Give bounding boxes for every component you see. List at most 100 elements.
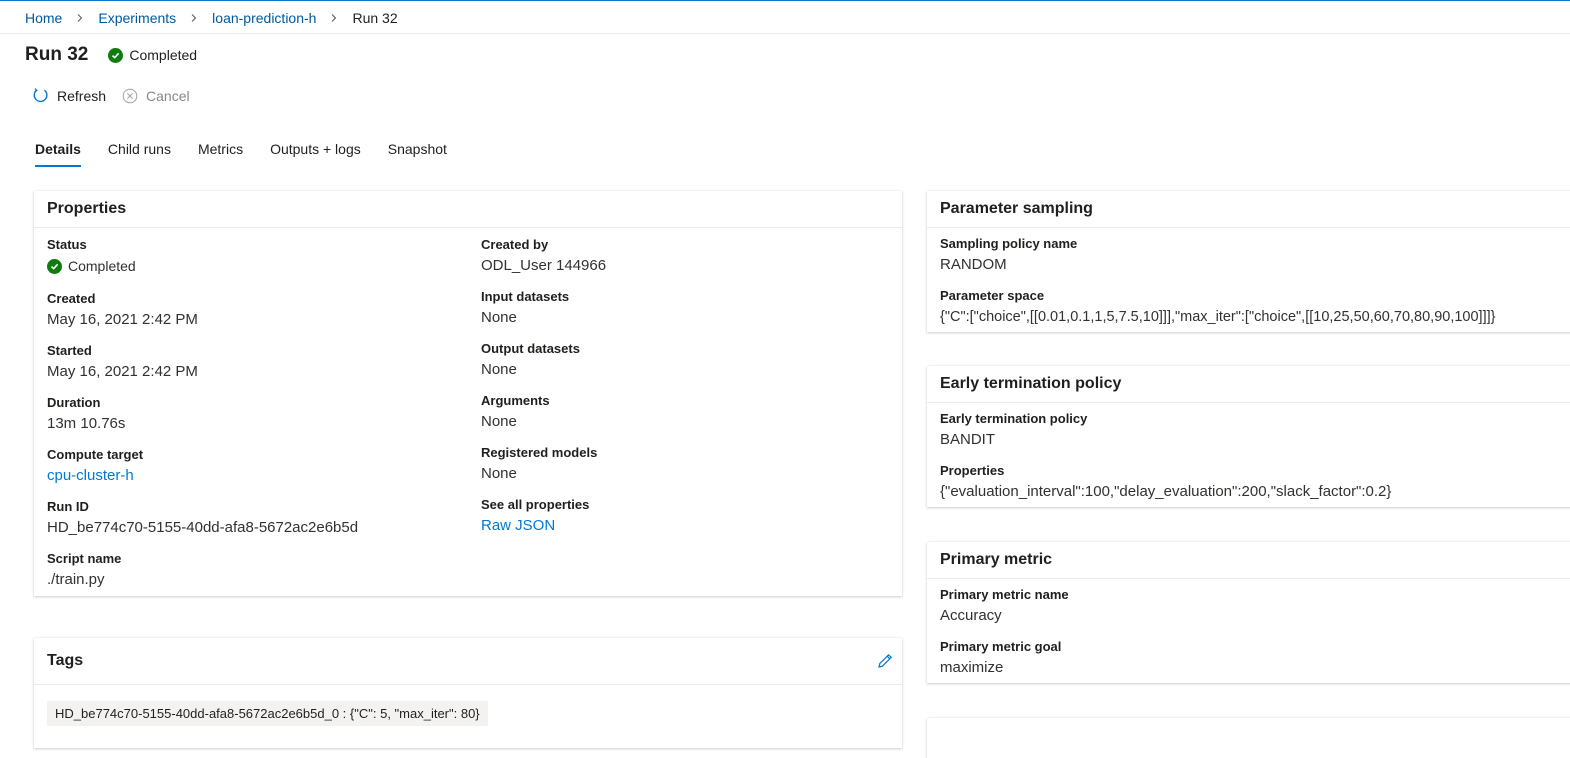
primary-metric-goal-field: Primary metric goal maximize — [940, 639, 1061, 678]
primary-metric-card: Primary metric Primary metric name Accur… — [927, 542, 1570, 683]
parameter-space-field: Parameter space {"C":["choice",[[0.01,0.… — [940, 288, 1495, 327]
breadcrumb-experiments[interactable]: Experiments — [98, 10, 176, 26]
parameter-sampling-card: Parameter sampling Sampling policy name … — [927, 191, 1570, 332]
primary-metric-name-value: Accuracy — [940, 607, 1002, 624]
title-row: Run 32 Completed — [25, 44, 197, 66]
edit-pencil-icon[interactable] — [876, 652, 894, 670]
registered-models-field: Registered models None — [481, 445, 597, 484]
arguments-label: Arguments — [481, 393, 550, 408]
created-by-field: Created by ODL_User 144966 — [481, 237, 606, 276]
created-label: Created — [47, 291, 96, 306]
run-id-value: HD_be774c70-5155-40dd-afa8-5672ac2e6b5d — [47, 519, 359, 536]
parameter-space-value: {"C":["choice",[[0.01,0.1,1,5,7.5,10]]],… — [940, 309, 1496, 325]
cancel-button[interactable]: Cancel — [122, 88, 190, 104]
run-id-field: Run ID HD_be774c70-5155-40dd-afa8-5672ac… — [47, 499, 358, 538]
early-termination-card: Early termination policy Early terminati… — [927, 366, 1570, 507]
sampling-policy-value: RANDOM — [940, 256, 1007, 273]
script-name-label: Script name — [47, 551, 122, 566]
script-name-field: Script name ./train.py — [47, 551, 121, 590]
input-datasets-value: None — [481, 309, 517, 326]
toolbar: Refresh Cancel — [32, 87, 206, 104]
chevron-right-icon — [77, 14, 83, 22]
tab-bar: Details Child runs Metrics Outputs + log… — [35, 141, 474, 167]
check-circle-icon — [47, 258, 62, 274]
tags-card: Tags HD_be774c70-5155-40dd-afa8-5672ac2e… — [34, 638, 902, 748]
refresh-button[interactable]: Refresh — [32, 87, 106, 104]
compute-target-link[interactable]: cpu-cluster-h — [47, 466, 143, 486]
input-datasets-field: Input datasets None — [481, 289, 569, 328]
output-datasets-field: Output datasets None — [481, 341, 580, 380]
compute-target-label: Compute target — [47, 447, 144, 462]
duration-field: Duration 13m 10.76s — [47, 395, 125, 434]
primary-metric-goal-label: Primary metric goal — [940, 639, 1062, 654]
tab-details[interactable]: Details — [35, 141, 81, 167]
refresh-label: Refresh — [57, 87, 107, 104]
cancel-circle-icon — [122, 88, 138, 103]
duration-label: Duration — [47, 395, 101, 410]
primary-metric-name-label: Primary metric name — [940, 587, 1069, 602]
termination-policy-field: Early termination policy BANDIT — [940, 411, 1087, 450]
properties-card: Properties Status Completed Created May … — [34, 191, 902, 596]
status-value: Completed — [47, 256, 136, 276]
registered-models-label: Registered models — [481, 445, 598, 460]
tab-outputs-logs[interactable]: Outputs + logs — [270, 141, 361, 167]
started-label: Started — [47, 343, 92, 358]
termination-policy-label: Early termination policy — [940, 411, 1088, 426]
termination-properties-value: {"evaluation_interval":100,"delay_evalua… — [940, 483, 1392, 500]
parameter-space-label: Parameter space — [940, 288, 1045, 303]
check-circle-icon — [108, 47, 124, 63]
refresh-icon — [33, 88, 48, 103]
breadcrumb-home[interactable]: Home — [25, 10, 62, 26]
tab-child-runs[interactable]: Child runs — [108, 141, 171, 167]
tab-metrics[interactable]: Metrics — [198, 141, 243, 167]
arguments-value: None — [481, 413, 517, 430]
next-card-partial — [927, 718, 1570, 758]
duration-value: 13m 10.76s — [47, 415, 126, 432]
raw-json-link[interactable]: Raw JSON — [481, 516, 589, 536]
tags-title: Tags — [34, 638, 902, 685]
chevron-right-icon — [332, 14, 337, 22]
termination-properties-field: Properties {"evaluation_interval":100,"d… — [940, 463, 1391, 502]
sampling-policy-label: Sampling policy name — [940, 236, 1078, 251]
termination-properties-label: Properties — [940, 463, 1005, 478]
tab-snapshot[interactable]: Snapshot — [388, 141, 447, 167]
breadcrumb-current: Run 32 — [352, 10, 398, 26]
registered-models-value: None — [481, 465, 517, 482]
compute-target-field: Compute target cpu-cluster-h — [47, 447, 143, 486]
started-value: May 16, 2021 2:42 PM — [47, 363, 198, 380]
properties-title: Properties — [34, 191, 902, 228]
primary-metric-goal-value: maximize — [940, 659, 1004, 676]
header-divider — [0, 33, 1570, 34]
run-id-label: Run ID — [47, 499, 89, 514]
all-properties-field: See all properties Raw JSON — [481, 497, 589, 536]
status-label: Status — [47, 237, 87, 252]
created-field: Created May 16, 2021 2:42 PM — [47, 291, 198, 330]
input-datasets-label: Input datasets — [481, 289, 570, 304]
created-by-label: Created by — [481, 237, 549, 252]
started-field: Started May 16, 2021 2:42 PM — [47, 343, 198, 382]
early-termination-title: Early termination policy — [927, 366, 1570, 403]
breadcrumb: Home Experiments loan-prediction-h Run 3… — [25, 9, 398, 27]
status-value-text: Completed — [68, 258, 136, 274]
created-by-value: ODL_User 144966 — [481, 257, 607, 274]
cancel-label: Cancel — [146, 87, 190, 104]
parameter-sampling-title: Parameter sampling — [927, 191, 1570, 228]
script-name-value: ./train.py — [47, 571, 105, 588]
top-accent-line — [0, 0, 1570, 1]
all-properties-label: See all properties — [481, 497, 590, 512]
breadcrumb-experiment[interactable]: loan-prediction-h — [212, 10, 316, 26]
page-title: Run 32 — [25, 44, 89, 65]
output-datasets-label: Output datasets — [481, 341, 580, 356]
status-field: Status Completed — [47, 237, 136, 276]
status-text: Completed — [129, 47, 198, 63]
chevron-right-icon — [191, 14, 197, 22]
sampling-policy-field: Sampling policy name RANDOM — [940, 236, 1077, 275]
output-datasets-value: None — [481, 361, 517, 378]
primary-metric-title: Primary metric — [927, 542, 1570, 579]
arguments-field: Arguments None — [481, 393, 550, 432]
status-badge: Completed — [108, 47, 197, 63]
tag-chip: HD_be774c70-5155-40dd-afa8-5672ac2e6b5d_… — [47, 701, 488, 726]
termination-policy-value: BANDIT — [940, 431, 996, 448]
created-value: May 16, 2021 2:42 PM — [47, 311, 198, 328]
primary-metric-name-field: Primary metric name Accuracy — [940, 587, 1069, 626]
